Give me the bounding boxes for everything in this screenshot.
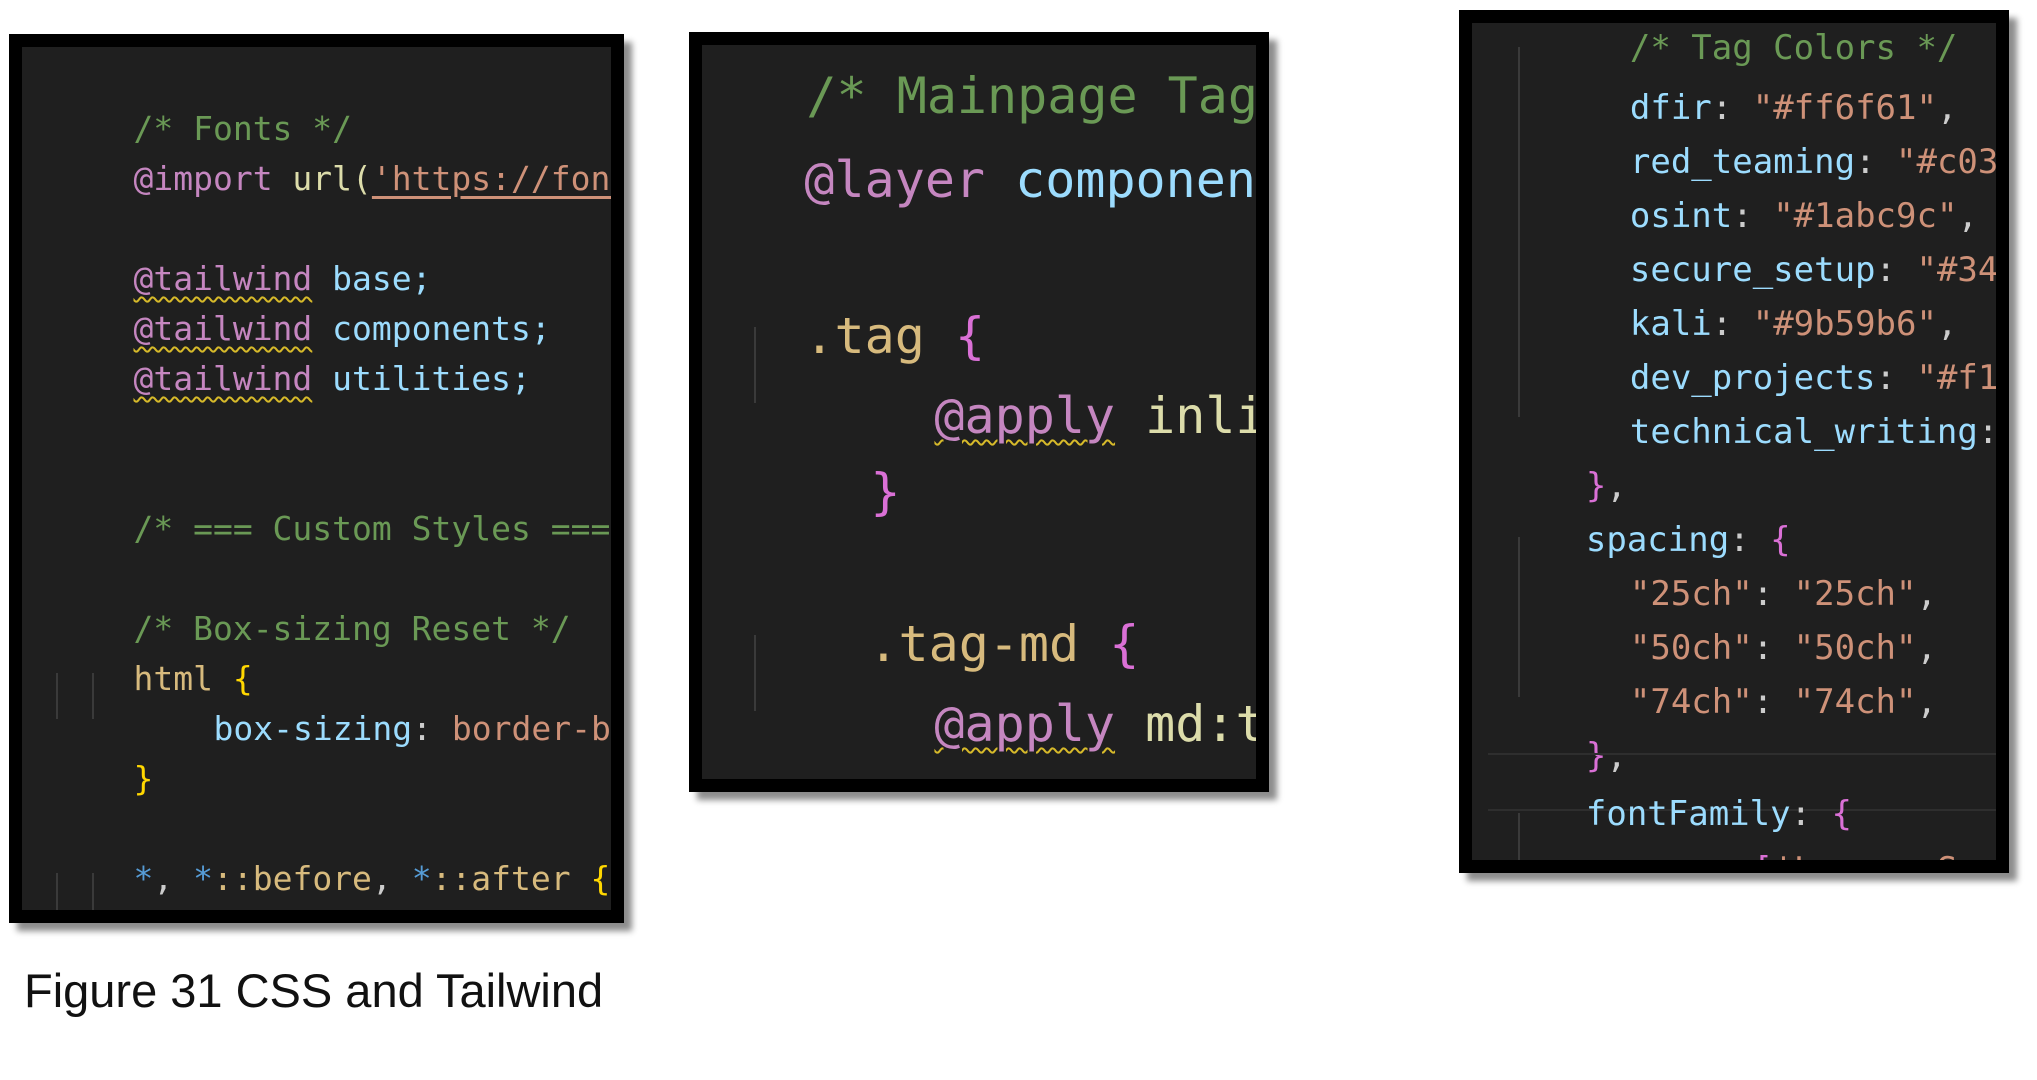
semicolon-token: ;: [591, 909, 611, 910]
property-token: box-sizing: [213, 709, 413, 748]
string-key-token: "74ch": [1629, 682, 1753, 722]
code-line-close-brace: }: [54, 729, 153, 828]
colon-token: :: [1752, 682, 1794, 722]
string-token: "74ch": [1793, 682, 1917, 722]
url-string-token: 'https://fonts.g: [371, 159, 611, 198]
indent-guide: [754, 327, 756, 403]
at-rule-token: @apply: [934, 387, 1116, 445]
value-token: inherit: [452, 909, 591, 910]
key-token: technical_writing: [1629, 412, 1978, 452]
utility-class-token: md:text: [1145, 695, 1266, 753]
at-rule-token: @layer: [804, 151, 986, 209]
brace-token: }: [870, 771, 900, 779]
code-line-close-brace: }: [750, 417, 901, 567]
comma-token: ,: [1916, 682, 1937, 722]
code-line-box-sizing-border-box: box-sizing: border-box;: [134, 679, 611, 778]
indent-guide: [1518, 47, 1520, 417]
function-token: url(: [272, 159, 372, 198]
colon-token: :: [1977, 412, 1999, 452]
colon-token: :: [412, 709, 452, 748]
indent-guide: [92, 873, 94, 910]
at-rule-token: @apply: [934, 695, 1116, 753]
code-screenshot-tailwind-config: /* Tag Colors */ dfir: "#ff6f61", red_te…: [1459, 10, 2009, 873]
code-screenshot-css: /* Fonts */ @import url('https://fonts.g…: [9, 34, 624, 923]
code-line-custom-styles-comment: /* === Custom Styles === */: [54, 479, 624, 578]
property-token: box-sizing: [213, 909, 412, 910]
code-screenshot-layer: /* Mainpage Tags*/ @layer components .ta…: [689, 32, 1269, 792]
indent-guide: [56, 673, 58, 719]
code-line-sans: sans: ['League Sparta: [1548, 819, 1999, 873]
string-token: 'League Sparta: [1773, 850, 1999, 873]
directive-arg-token: utilities;: [312, 359, 531, 398]
comment-token: /* === Custom Styles === */: [133, 509, 624, 548]
brace-token: }: [870, 463, 901, 521]
code-line-import: @import url('https://fonts.g: [54, 129, 611, 228]
at-rule-token: @import: [133, 159, 273, 198]
brace-token: }: [133, 759, 154, 798]
utility-class-token: inline: [1145, 387, 1266, 445]
bracket-token: [: [1752, 850, 1774, 873]
code-line-layer-components: @layer components: [702, 105, 1256, 255]
at-rule-token: @tailwind: [133, 359, 313, 398]
indent-guide: [92, 673, 94, 719]
indent-guide: [754, 635, 756, 711]
indent-guide: [1518, 537, 1520, 697]
code-line-tailwind-utilities: @tailwind utilities;: [54, 329, 531, 428]
value-token: border-box: [451, 709, 611, 748]
indent-guide: [1518, 813, 1520, 860]
figure-caption: Figure 31 CSS and Tailwind: [24, 964, 604, 1017]
line-highlight-border: [1488, 753, 1996, 755]
code-line-close-brace: }: [750, 725, 900, 779]
colon-token: :: [1711, 850, 1753, 873]
key-token: sans: [1629, 850, 1712, 873]
code-line-box-sizing-inherit: box-sizing: inherit;: [134, 879, 611, 910]
layer-name-token: components: [1015, 151, 1256, 209]
colon-token: :: [412, 909, 452, 910]
indent-guide: [56, 873, 58, 910]
